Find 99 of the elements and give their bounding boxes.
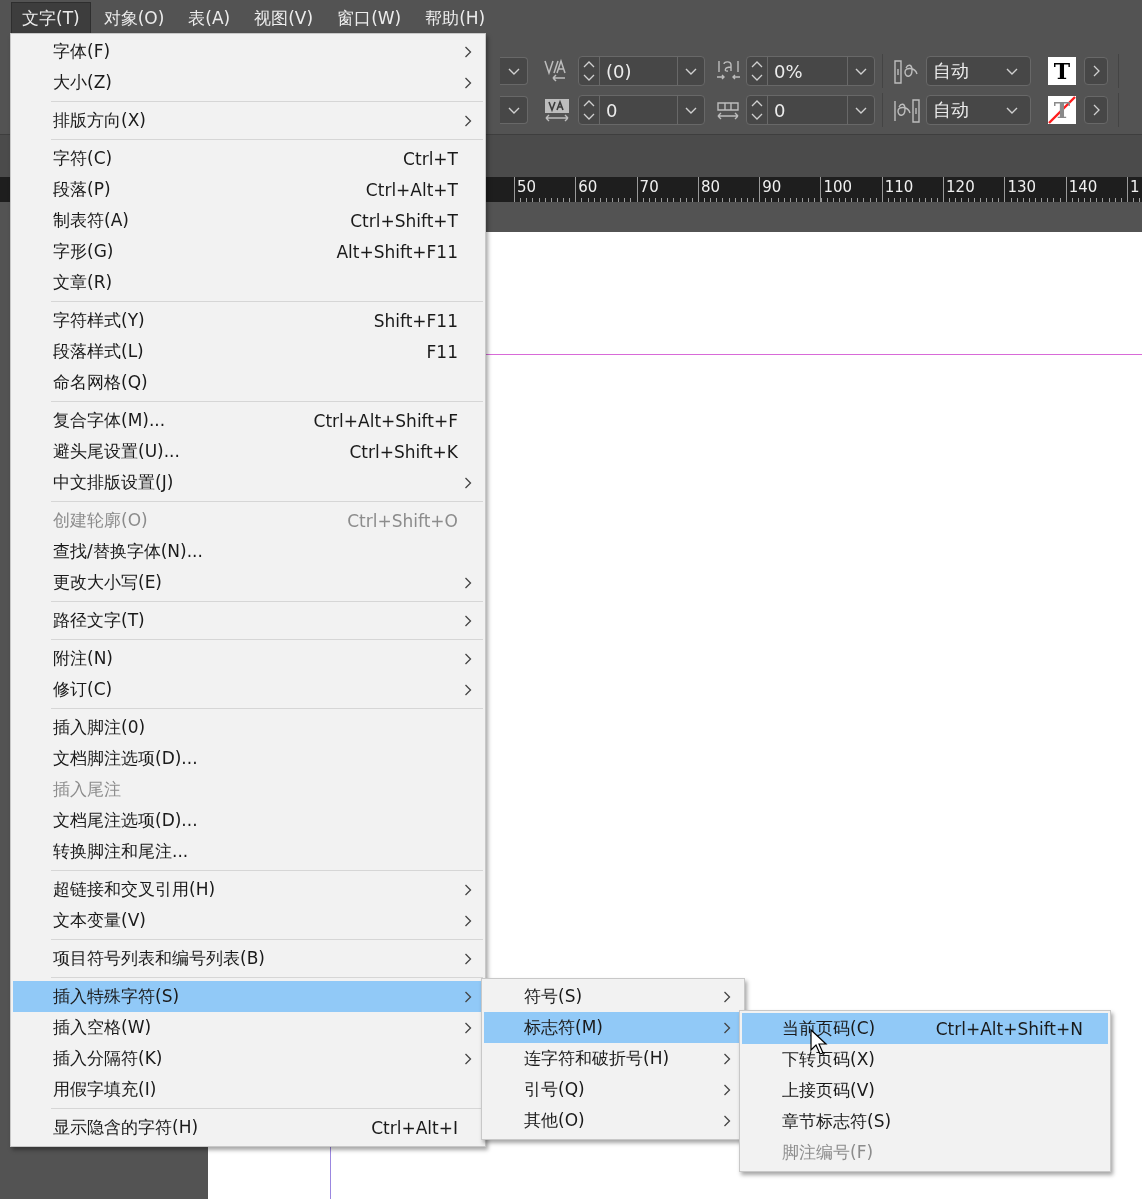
- ruler-label: 140: [1067, 178, 1098, 196]
- expand-button[interactable]: [1084, 96, 1108, 124]
- menu-item[interactable]: 查找/替换字体(N)...: [13, 536, 483, 567]
- menu-item[interactable]: 段落样式(L) F11: [13, 336, 483, 367]
- menu-item[interactable]: 字体(F): [13, 36, 483, 67]
- tracking-icon: [543, 97, 570, 123]
- chevron-icon: [464, 951, 472, 966]
- menu-bar-item[interactable]: 对象(O): [92, 1, 176, 35]
- menu-item[interactable]: 超链接和交叉引用(H): [13, 874, 483, 905]
- menu-item[interactable]: 制表符(A) Ctrl+Shift+T: [13, 205, 483, 236]
- menu-bar-item[interactable]: 表(A): [177, 1, 242, 35]
- chevron-icon: [464, 575, 472, 590]
- menu-item[interactable]: 文档脚注选项(D)...: [13, 743, 483, 774]
- chevron-icon: [464, 989, 472, 1004]
- menu-bar-item[interactable]: 窗口(W): [326, 1, 413, 35]
- ruler-label: 50: [516, 178, 537, 196]
- menu-item[interactable]: 连字符和破折号(H): [484, 1043, 742, 1074]
- menu-item[interactable]: 文档尾注选项(D)...: [13, 805, 483, 836]
- chevron-icon: [464, 113, 472, 128]
- menu-item[interactable]: 字符(C) Ctrl+T: [13, 143, 483, 174]
- number-field[interactable]: 0%: [746, 56, 875, 86]
- spacing-after-icon: [893, 97, 921, 123]
- caret-icon: [855, 106, 867, 114]
- menu-item[interactable]: 命名网格(Q): [13, 367, 483, 398]
- chevron-icon: [464, 75, 472, 90]
- dropdown-button[interactable]: [500, 57, 528, 85]
- ruler-label: 90: [761, 178, 782, 196]
- number-field[interactable]: 0: [746, 95, 875, 125]
- menu-item[interactable]: 插入分隔符(K): [13, 1043, 483, 1074]
- menu-item[interactable]: 复合字体(M)... Ctrl+Alt+Shift+F: [13, 405, 483, 436]
- ruler-label: 100: [822, 178, 853, 196]
- chevron-icon: [723, 1020, 731, 1035]
- chevron-icon: [723, 1113, 731, 1128]
- number-field[interactable]: 0: [578, 95, 705, 125]
- chevron-icon: [464, 1020, 472, 1035]
- fill-swatch[interactable]: T: [1048, 57, 1076, 85]
- chevron-icon: [723, 1082, 731, 1097]
- menu-item[interactable]: 章节标志符(S): [742, 1106, 1108, 1137]
- menu-item[interactable]: 排版方向(X): [13, 105, 483, 136]
- ruler-label: 120: [945, 178, 975, 196]
- menu-item[interactable]: 插入空格(W): [13, 1012, 483, 1043]
- menu-item[interactable]: 字符样式(Y) Shift+F11: [13, 305, 483, 336]
- menu-item[interactable]: 符号(S): [484, 981, 742, 1012]
- chevron-icon: [464, 613, 472, 628]
- ruler-label: 130: [1006, 178, 1036, 196]
- menu-item[interactable]: 避头尾设置(U)... Ctrl+Shift+K: [13, 436, 483, 467]
- menu-bar-item[interactable]: 视图(V): [243, 1, 325, 35]
- menu-item[interactable]: 中文排版设置(J): [13, 467, 483, 498]
- dropdown-field[interactable]: 自动: [926, 56, 1031, 86]
- menu-bar-item[interactable]: 帮助(H): [414, 1, 497, 35]
- menu-item[interactable]: 附注(N): [13, 643, 483, 674]
- caret-icon: [507, 67, 520, 75]
- chevron-icon: [1091, 103, 1101, 117]
- caret-icon: [507, 106, 520, 114]
- chevron-icon: [464, 651, 472, 666]
- chevron-icon: [464, 882, 472, 897]
- spacing-before-icon: [893, 58, 921, 84]
- dropdown-button[interactable]: [500, 96, 528, 124]
- chevron-icon: [464, 913, 472, 928]
- caret-icon: [1006, 67, 1018, 75]
- chevron-icon: [1091, 64, 1101, 78]
- chevron-icon: [464, 44, 472, 59]
- menu-item[interactable]: 转换脚注和尾注...: [13, 836, 483, 867]
- menu-item[interactable]: 文本变量(V): [13, 905, 483, 936]
- chevron-icon: [723, 989, 731, 1004]
- menu-item[interactable]: 其他(O): [484, 1105, 742, 1136]
- caret-icon: [1006, 106, 1018, 114]
- ruler-label: 1: [1128, 178, 1140, 196]
- menu-item[interactable]: 段落(P) Ctrl+Alt+T: [13, 174, 483, 205]
- menu-item[interactable]: 修订(C): [13, 674, 483, 705]
- menu-item[interactable]: 更改大小写(E): [13, 567, 483, 598]
- expand-button[interactable]: [1084, 57, 1108, 85]
- ruler-label: 60: [577, 178, 598, 196]
- menu-item[interactable]: 下转页码(X): [742, 1044, 1108, 1075]
- menu-item[interactable]: 插入特殊字符(S): [13, 981, 483, 1012]
- chevron-icon: [464, 1051, 472, 1066]
- chevron-icon: [723, 1051, 731, 1066]
- menu-item[interactable]: 标志符(M): [484, 1012, 742, 1043]
- menu-item[interactable]: 大小(Z): [13, 67, 483, 98]
- ruler-label: 70: [638, 178, 659, 196]
- caret-icon: [855, 67, 867, 75]
- menu-item[interactable]: 路径文字(T): [13, 605, 483, 636]
- menu-item[interactable]: 用假字填充(I): [13, 1074, 483, 1105]
- menu-bar-item[interactable]: 文字(T): [11, 1, 91, 35]
- menu-item[interactable]: 引号(Q): [484, 1074, 742, 1105]
- menu-item[interactable]: 项目符号列表和编号列表(B): [13, 943, 483, 974]
- menu-item[interactable]: 显示隐含的字符(H) Ctrl+Alt+I: [13, 1112, 483, 1143]
- chevron-icon: [464, 475, 472, 490]
- dropdown-field[interactable]: 自动: [926, 95, 1031, 125]
- menu-item[interactable]: 上接页码(V): [742, 1075, 1108, 1106]
- caret-icon: [685, 106, 697, 114]
- menu-item[interactable]: 字形(G) Alt+Shift+F11: [13, 236, 483, 267]
- number-field[interactable]: (0): [578, 56, 705, 86]
- menu-item[interactable]: 文章(R): [13, 267, 483, 298]
- menu-item[interactable]: 插入脚注(0): [13, 712, 483, 743]
- chevron-icon: [464, 682, 472, 697]
- caret-icon: [685, 67, 697, 75]
- ruler-label: 80: [699, 178, 720, 196]
- ruler-label: 110: [883, 178, 914, 196]
